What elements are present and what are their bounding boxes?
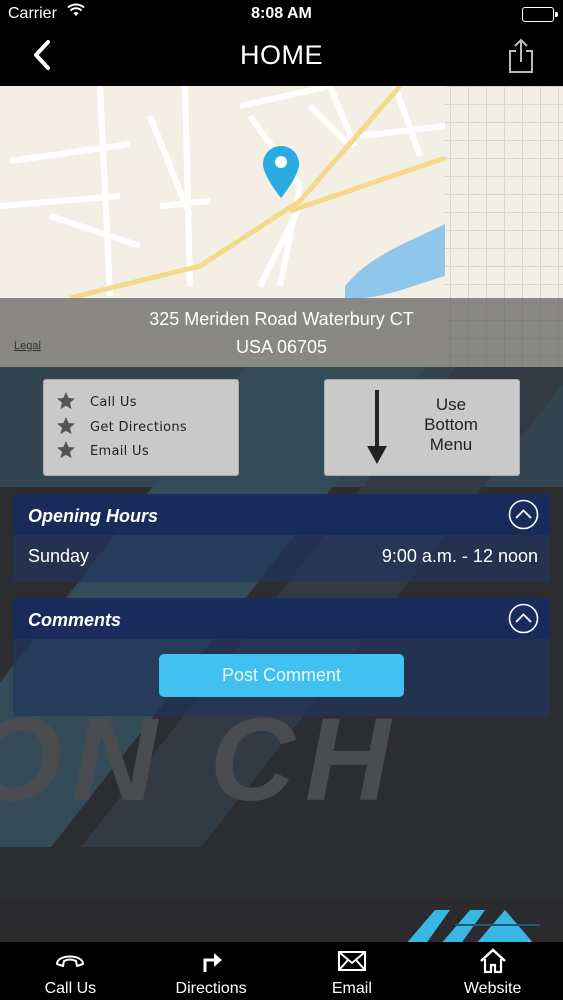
star-icon bbox=[56, 391, 76, 411]
tab-label: Directions bbox=[175, 980, 247, 997]
hours-time: 9:00 a.m. - 12 noon bbox=[381, 546, 538, 566]
star-icon bbox=[56, 440, 76, 460]
status-time: 8:08 AM bbox=[251, 5, 312, 22]
tab-label: Website bbox=[463, 980, 522, 997]
email-icon bbox=[337, 948, 367, 974]
comments-title: Comments bbox=[28, 610, 122, 630]
brand-logo bbox=[395, 905, 545, 945]
location-map[interactable]: 325 Meriden Road Waterbury CT USA 06705 … bbox=[0, 86, 563, 367]
opening-hours-header[interactable]: Opening Hours bbox=[13, 494, 550, 535]
tab-website[interactable]: Website bbox=[422, 942, 563, 1000]
opening-hours-panel: Opening Hours Sunday 9:00 a.m. - 12 noon bbox=[13, 494, 550, 582]
address-text: 325 Meriden Road Waterbury CT USA 06705 bbox=[0, 305, 563, 361]
phone-icon bbox=[55, 948, 85, 974]
tab-email[interactable]: Email bbox=[282, 942, 423, 1000]
star-icon bbox=[56, 416, 76, 436]
home-icon bbox=[478, 948, 508, 974]
tab-directions[interactable]: Directions bbox=[141, 942, 282, 1000]
bottom-menu-hint-text: Use Bottom Menu bbox=[424, 395, 478, 454]
map-legal-link[interactable]: Legal bbox=[14, 340, 41, 352]
collapse-icon[interactable] bbox=[508, 603, 539, 634]
hours-day: Sunday bbox=[28, 546, 90, 566]
directions-icon bbox=[196, 948, 226, 974]
collapse-icon[interactable] bbox=[508, 499, 539, 530]
battery-icon bbox=[522, 7, 558, 22]
comments-header[interactable]: Comments bbox=[13, 598, 550, 639]
quick-action-email[interactable]: Email Us bbox=[57, 441, 149, 459]
quick-action-directions[interactable]: Get Directions bbox=[57, 417, 187, 435]
arrow-down-icon bbox=[365, 390, 389, 464]
quick-action-call[interactable]: Call Us bbox=[57, 392, 137, 410]
top-bar: Carrier 8:08 AM HOME bbox=[0, 0, 563, 86]
opening-hours-title: Opening Hours bbox=[28, 506, 158, 526]
bottom-menu-hint-button[interactable]: Use Bottom Menu bbox=[324, 379, 520, 476]
page-title: HOME bbox=[240, 40, 323, 70]
status-bar: Carrier 8:08 AM bbox=[0, 0, 563, 30]
quick-actions-button[interactable]: Call Us Get Directions Email Us bbox=[43, 379, 239, 476]
address-line2: USA 06705 bbox=[235, 337, 328, 357]
bottom-tab-bar: Call Us Directions Email Website bbox=[0, 942, 563, 1000]
tab-label: Call Us bbox=[44, 980, 97, 997]
tab-label: Email bbox=[331, 980, 372, 997]
tab-call-us[interactable]: Call Us bbox=[0, 942, 141, 1000]
share-icon[interactable] bbox=[507, 38, 535, 74]
post-comment-button[interactable]: Post Comment bbox=[159, 654, 404, 697]
hours-row: Sunday 9:00 a.m. - 12 noon bbox=[13, 535, 550, 582]
address-line1: 325 Meriden Road Waterbury CT bbox=[149, 309, 414, 329]
